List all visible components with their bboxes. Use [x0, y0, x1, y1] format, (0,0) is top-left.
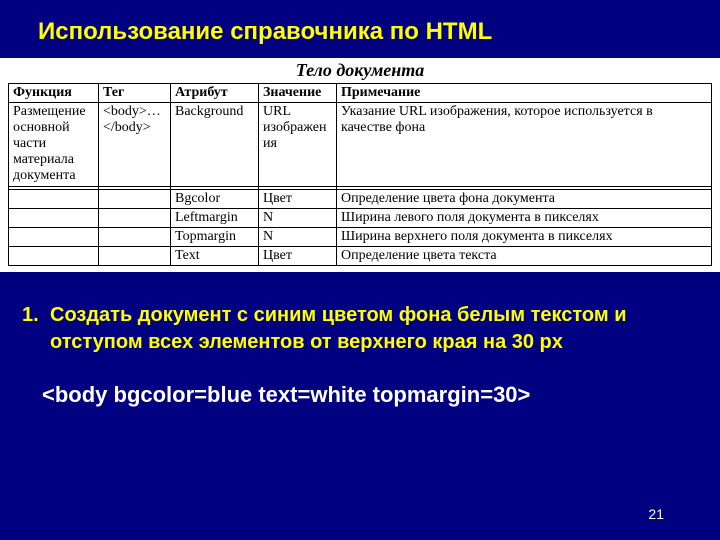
assignment-number: 1.: [22, 302, 50, 329]
cell-note: Определение цвета текста: [337, 246, 712, 265]
slide: Использование справочника по HTML Тело д…: [0, 0, 720, 540]
cell-tag: [99, 246, 171, 265]
cell-value: N: [259, 208, 337, 227]
table-row: Topmargin N Ширина верхнего поля докумен…: [9, 227, 712, 246]
cell-attribute: Text: [171, 246, 259, 265]
table-caption: Тело документа: [8, 60, 712, 83]
table-header-row: Функция Тег Атрибут Значение Примечание: [9, 84, 712, 103]
code-example: <body bgcolor=blue text=white topmargin=…: [0, 356, 720, 408]
cell-attribute: Leftmargin: [171, 208, 259, 227]
assignment-text: Создать документ с синим цветом фона бел…: [50, 302, 690, 356]
cell-tag: [99, 208, 171, 227]
col-value: Значение: [259, 84, 337, 103]
cell-note: Указание URL изображения, которое исполь…: [337, 103, 712, 186]
cell-value: Цвет: [259, 189, 337, 208]
page-number: 21: [648, 506, 664, 522]
cell-note: Ширина верхнего поля документа в пикселя…: [337, 227, 712, 246]
table-row: Размещение основной части материала доку…: [9, 103, 712, 186]
table-row: Leftmargin N Ширина левого поля документ…: [9, 208, 712, 227]
assignment: 1.Создать документ с синим цветом фона б…: [0, 272, 720, 356]
cell-function: [9, 246, 99, 265]
col-note: Примечание: [337, 84, 712, 103]
cell-value: N: [259, 227, 337, 246]
col-function: Функция: [9, 84, 99, 103]
cell-tag: [99, 227, 171, 246]
cell-attribute: Bgcolor: [171, 189, 259, 208]
cell-note: Ширина левого поля документа в пикселях: [337, 208, 712, 227]
cell-tag: [99, 189, 171, 208]
col-tag: Тег: [99, 84, 171, 103]
cell-function: [9, 208, 99, 227]
col-attribute: Атрибут: [171, 84, 259, 103]
reference-table: Функция Тег Атрибут Значение Примечание …: [8, 83, 712, 266]
slide-title: Использование справочника по HTML: [0, 0, 720, 58]
cell-function: [9, 227, 99, 246]
cell-note: Определение цвета фона документа: [337, 189, 712, 208]
cell-attribute: Topmargin: [171, 227, 259, 246]
cell-value: URL изображения: [259, 103, 337, 186]
reference-panel: Тело документа Функция Тег Атрибут Значе…: [0, 58, 720, 272]
cell-attribute: Background: [171, 103, 259, 186]
cell-function: [9, 189, 99, 208]
cell-value: Цвет: [259, 246, 337, 265]
cell-function: Размещение основной части материала доку…: [9, 103, 99, 186]
cell-tag: <body>…</body>: [99, 103, 171, 186]
table-row: Bgcolor Цвет Определение цвета фона доку…: [9, 189, 712, 208]
table-row: Text Цвет Определение цвета текста: [9, 246, 712, 265]
